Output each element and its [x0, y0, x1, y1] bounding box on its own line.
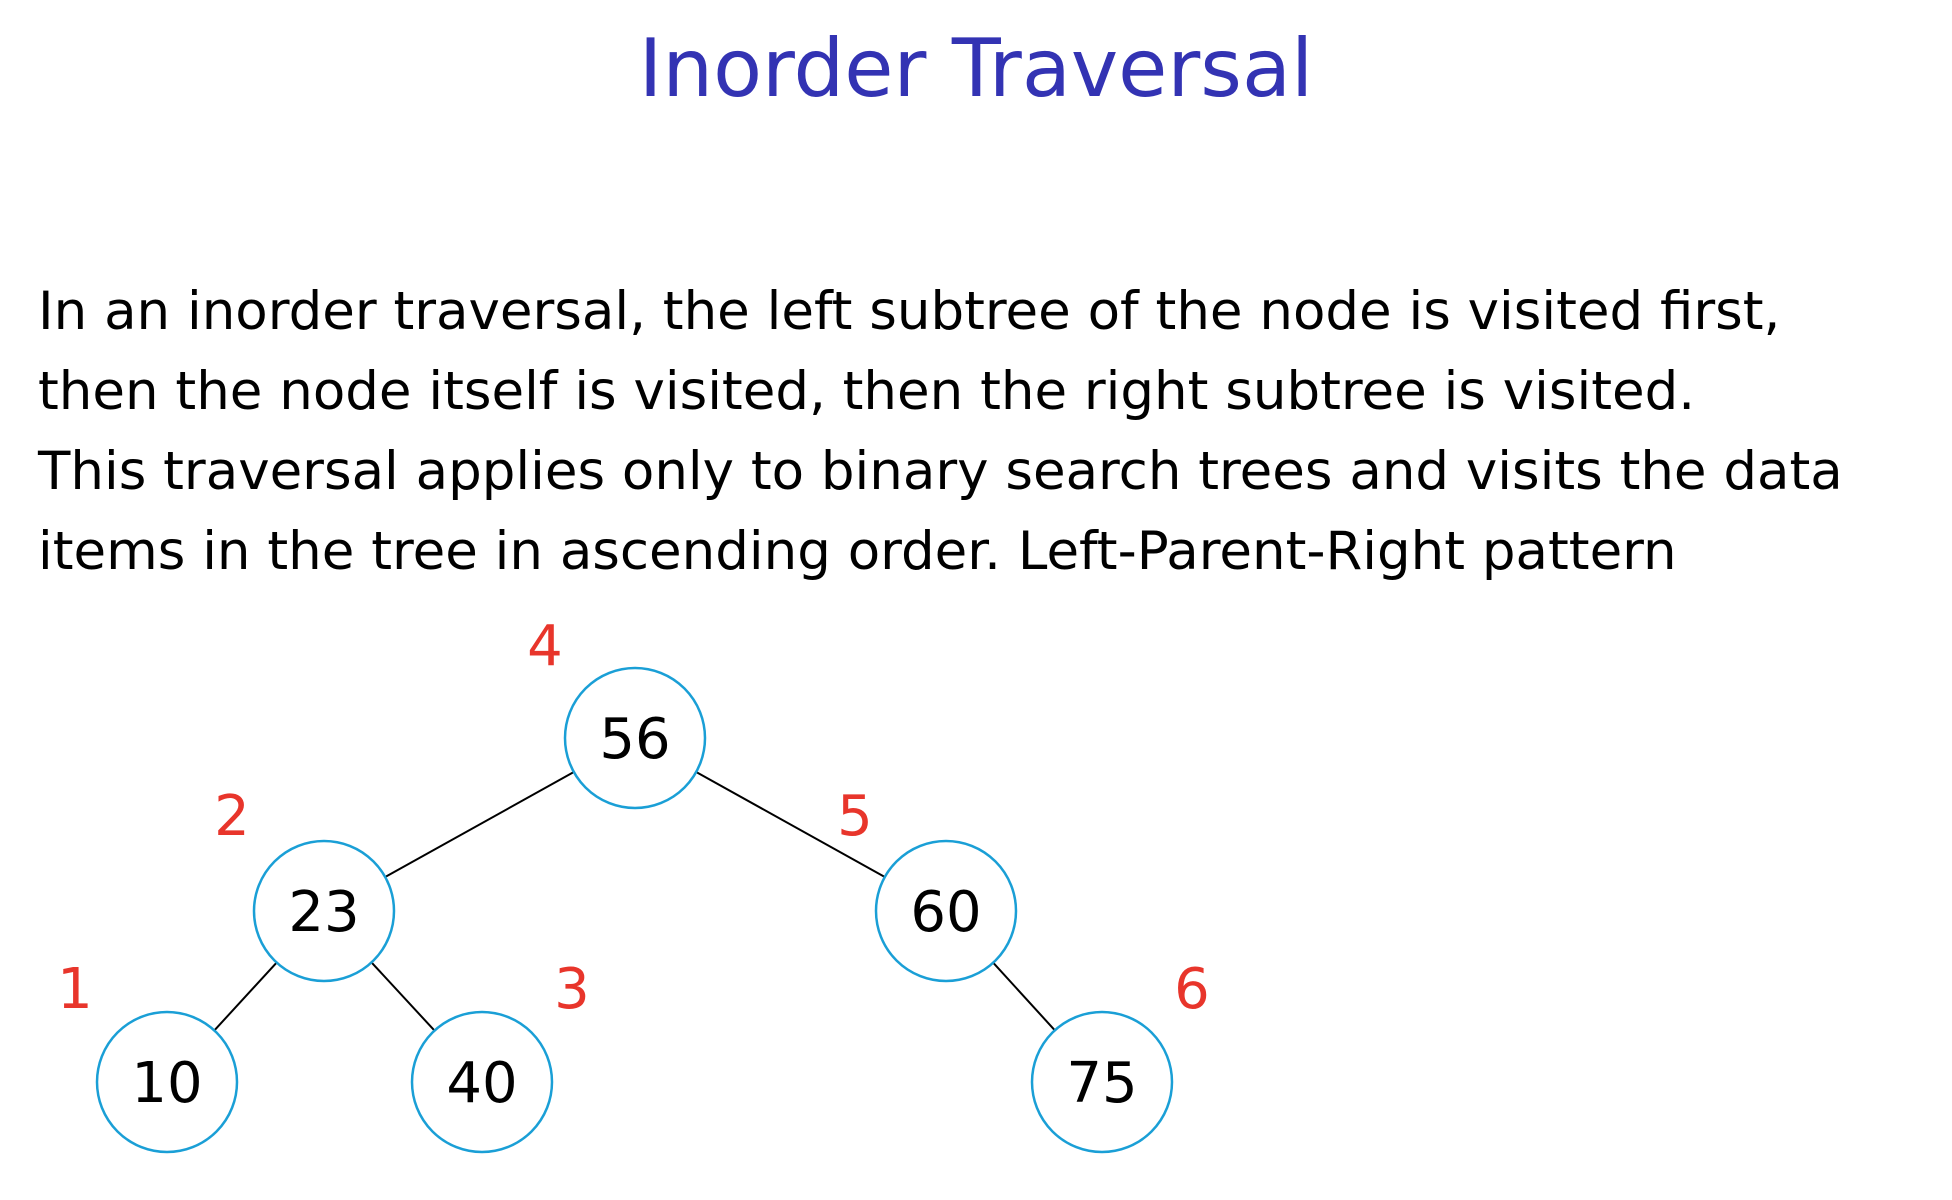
- node-value: 10: [131, 1051, 202, 1116]
- visit-order-label: 1: [57, 957, 93, 1022]
- tree-edge: [384, 771, 575, 878]
- node-value: 60: [910, 880, 981, 945]
- visit-order-label: 6: [1174, 957, 1210, 1022]
- tree-edge: [370, 961, 436, 1032]
- visit-order-label: 2: [214, 784, 250, 849]
- node-value: 23: [288, 880, 359, 945]
- tree-edge: [213, 961, 278, 1032]
- binary-tree-diagram: 56 4 23 2 60 5 10 1 40 3 75 6: [57, 614, 1210, 1154]
- node-value: 75: [1066, 1051, 1137, 1116]
- node-value: 56: [599, 707, 670, 772]
- visit-order-label: 5: [837, 784, 873, 849]
- tree-edge: [992, 962, 1056, 1031]
- visit-order-label: 3: [554, 957, 590, 1022]
- node-value: 40: [446, 1051, 517, 1116]
- visit-order-label: 4: [527, 614, 563, 679]
